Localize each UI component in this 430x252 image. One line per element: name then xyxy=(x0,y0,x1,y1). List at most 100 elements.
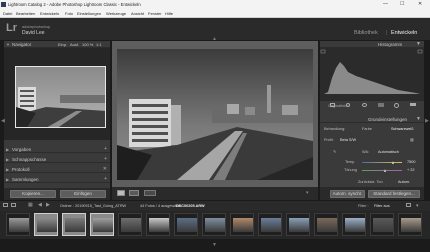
history-section[interactable]: ▶ Protokoll ✕ xyxy=(4,166,110,173)
menu-item-help[interactable]: Hilfe xyxy=(165,11,173,16)
collapse-triangle-icon: ▼ xyxy=(416,116,421,122)
loupe-view-icon[interactable] xyxy=(117,190,125,196)
collapse-left-panel-arrow-icon[interactable]: ◀ xyxy=(1,118,5,124)
filmstrip-thumbnail[interactable] xyxy=(314,213,338,236)
minimize-button[interactable]: — xyxy=(383,1,388,7)
filter-dropdown[interactable]: Filter aus xyxy=(374,204,390,208)
filmstrip-thumbnail[interactable] xyxy=(370,213,394,236)
filmstrip-thumbnail[interactable] xyxy=(230,213,254,236)
folder-path[interactable]: Ordner : 20190915_Tast_Going_ATRW xyxy=(60,204,126,208)
window-title: Lightroom Catalog 2 - Adobe Photoshop Li… xyxy=(8,2,141,7)
navigator-1to1-option[interactable]: 1:1 xyxy=(96,42,102,47)
menu-item-view[interactable]: Ansicht xyxy=(131,11,144,16)
thumbnail-image xyxy=(205,218,225,232)
copy-settings-button[interactable]: Kopieren... xyxy=(10,190,56,198)
graduated-filter-icon[interactable] xyxy=(378,103,384,107)
tint-value[interactable]: + 22 xyxy=(407,168,415,172)
paste-settings-button[interactable]: Einfügen xyxy=(60,190,106,198)
before-after-icon[interactable] xyxy=(129,190,139,196)
collapse-header-arrow-icon[interactable]: ▲ xyxy=(212,36,217,42)
window-title-bar: Lightroom Catalog 2 - Adobe Photoshop Li… xyxy=(0,0,430,9)
temperature-value[interactable]: 7500 xyxy=(407,160,415,164)
maximize-button[interactable]: ☐ xyxy=(400,1,404,7)
module-develop-tab[interactable]: Entwickeln xyxy=(391,30,417,36)
tint-slider[interactable] xyxy=(362,170,402,171)
filmstrip-thumbnail[interactable] xyxy=(202,213,226,236)
toolbar-menu-icon[interactable]: ▾ xyxy=(306,190,309,196)
filmstrip-options-icon[interactable]: ▾ xyxy=(416,203,419,209)
temperature-slider[interactable] xyxy=(362,162,402,163)
filmstrip-thumbnail[interactable] xyxy=(398,213,422,236)
navigator-label: Navigator xyxy=(12,42,32,47)
navigator-header[interactable]: ▼ Navigator Einp. Ausf. 100 % 1:1 xyxy=(4,41,110,48)
add-collection-icon[interactable]: + xyxy=(104,176,107,182)
filmstrip-thumbnail[interactable] xyxy=(62,213,86,236)
selected-filename: DSC00205.ARW xyxy=(176,204,205,208)
basic-panel-header[interactable]: Grundeinstellungen ▼ xyxy=(320,116,424,123)
thumbnail-image xyxy=(317,218,337,232)
menu-item-file[interactable]: Datei xyxy=(3,11,12,16)
tint-slider-knob[interactable] xyxy=(384,169,386,172)
menu-item-develop[interactable]: Entwickeln xyxy=(40,11,59,16)
navigator-100-option[interactable]: 100 % xyxy=(82,42,93,47)
filmstrip-thumbnail[interactable] xyxy=(34,213,58,236)
white-balance-dropdown[interactable]: Automatisch xyxy=(378,150,399,154)
filmstrip-thumbnail[interactable] xyxy=(342,213,366,236)
filmstrip-thumbnail[interactable] xyxy=(146,213,170,236)
collapse-right-panel-arrow-icon[interactable]: ▶ xyxy=(425,118,429,124)
filmstrip-thumbnail[interactable] xyxy=(286,213,310,236)
original-photo-label[interactable]: Originalfoto xyxy=(328,104,347,108)
histogram-header[interactable]: Histogramm ▼ xyxy=(320,41,424,48)
auto-sync-button[interactable]: Autom. synchr. xyxy=(330,190,365,198)
filmstrip-thumbnail[interactable] xyxy=(174,213,198,236)
snapshots-section[interactable]: ▶ Schnappschüsse + xyxy=(4,156,110,163)
navigator-fill-option[interactable]: Ausf. xyxy=(70,42,79,47)
temperature-slider-knob[interactable] xyxy=(392,161,394,164)
add-preset-icon[interactable]: + xyxy=(104,146,107,152)
menu-item-photo[interactable]: Foto xyxy=(65,11,73,16)
menu-item-edit[interactable]: Bearbeiten xyxy=(16,11,35,16)
clear-history-icon[interactable]: ✕ xyxy=(103,166,107,172)
navigator-preview-image[interactable] xyxy=(15,66,106,128)
view-options-dropdown[interactable] xyxy=(144,190,156,196)
close-window-button[interactable]: ✕ xyxy=(418,1,422,7)
filmstrip-thumbnail[interactable] xyxy=(6,213,30,236)
profile-browser-icon[interactable]: ▦ xyxy=(410,137,414,142)
temperature-label: Temp. xyxy=(345,160,356,164)
tone-auto-button[interactable]: Autom. xyxy=(398,180,410,184)
eyedropper-icon[interactable]: ✎ xyxy=(333,149,336,154)
treatment-bw-option[interactable]: Schwarzweiß xyxy=(391,127,414,131)
collapse-triangle-icon: ▼ xyxy=(416,41,421,47)
add-snapshot-icon[interactable]: + xyxy=(104,156,107,162)
filmstrip-thumbnail[interactable] xyxy=(90,213,114,236)
adjustment-brush-icon[interactable] xyxy=(410,103,416,106)
radial-filter-icon[interactable] xyxy=(394,103,399,108)
set-default-button[interactable]: Standard festlegen... xyxy=(368,190,420,198)
menu-item-window[interactable]: Fenster xyxy=(148,11,162,16)
thumbnail-image xyxy=(177,218,197,232)
filter-lock-icon[interactable] xyxy=(406,203,411,207)
collections-section[interactable]: ▶ Sammlungen + xyxy=(4,176,110,183)
thumbnail-image xyxy=(261,218,281,232)
grid-view-icon[interactable]: ▦ xyxy=(28,202,33,208)
main-photo[interactable] xyxy=(117,49,313,180)
menu-item-tools[interactable]: Werkzeuge xyxy=(106,11,126,16)
identity-user-name: David Lee xyxy=(22,30,45,36)
menu-item-settings[interactable]: Einstellungen xyxy=(77,11,101,16)
profile-dropdown[interactable]: Beta S/W xyxy=(340,138,356,142)
filter-label: Filter : xyxy=(358,204,369,208)
lr-logo: Lr xyxy=(6,22,17,34)
second-window-icon[interactable] xyxy=(11,203,16,207)
red-eye-icon[interactable] xyxy=(362,103,367,107)
filmstrip-thumbnail[interactable] xyxy=(118,213,142,236)
treatment-color-option[interactable]: Farbe xyxy=(362,127,372,131)
second-window-icon[interactable] xyxy=(3,203,8,207)
forward-arrow-icon[interactable]: ▶ xyxy=(46,202,50,208)
collapse-filmstrip-arrow-icon[interactable]: ▼ xyxy=(212,242,217,248)
module-library-tab[interactable]: Bibliothek xyxy=(354,30,378,36)
presets-section[interactable]: ▶ Vorgaben + xyxy=(4,146,110,153)
navigator-fit-option[interactable]: Einp. xyxy=(58,42,67,47)
filmstrip-thumbnail[interactable] xyxy=(258,213,282,236)
back-arrow-icon[interactable]: ◀ xyxy=(38,202,42,208)
histogram-chart[interactable] xyxy=(320,48,424,101)
